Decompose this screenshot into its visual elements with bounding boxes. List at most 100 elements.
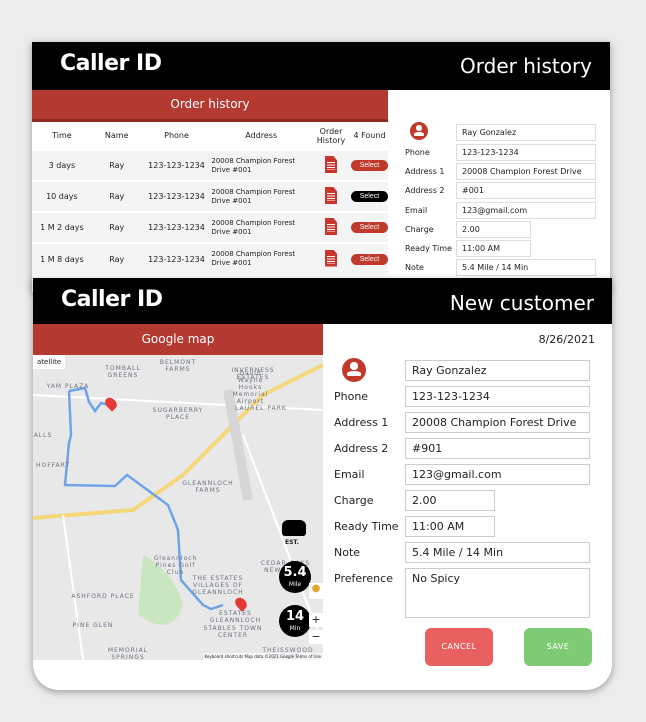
ready-label: Ready Time	[334, 520, 399, 533]
header: Caller ID New customer	[33, 278, 612, 324]
address2-label: Address 2	[405, 186, 445, 195]
table-row[interactable]: 3 days Ray 123-123-1234 20008 Champion Fore…	[32, 149, 388, 181]
select-cell: Select	[350, 242, 388, 274]
document-icon[interactable]	[325, 156, 338, 173]
phone-cell: 123-123-1234	[141, 149, 212, 181]
time-cell: 1 M 2 days	[32, 211, 92, 243]
address-cell: 20008 Champion Forest Drive #001	[211, 180, 312, 212]
section-title: Google map	[33, 324, 323, 355]
email-label: Email	[334, 468, 365, 481]
document-icon[interactable]	[325, 187, 338, 204]
phone-field[interactable]: 123-123-1234	[405, 386, 590, 407]
distance-value: 5.4	[283, 565, 307, 580]
column-header: Address	[245, 131, 278, 140]
select-button[interactable]: Select	[350, 222, 388, 233]
address-cell: 20008 Champion Forest Drive #001	[211, 211, 312, 243]
email-field[interactable]: 123@gmail.com	[456, 202, 596, 219]
select-cell: Select	[350, 180, 388, 212]
logo: Caller ID	[60, 51, 162, 76]
est-label: EST.	[285, 539, 299, 546]
time-cell: 3 days	[32, 149, 92, 181]
zoom-out-button[interactable]: −	[309, 630, 323, 644]
map-label: David Wayne Hooks Memorial Airport	[232, 370, 269, 405]
map-label: THE ESTATES VILLAGES OF GLEANNLOCH	[192, 575, 244, 596]
preference-label: Preference	[334, 572, 393, 585]
section-title: Order history	[32, 90, 388, 122]
address1-label: Address 1	[334, 416, 389, 429]
note-field[interactable]: 5.4 Mile / 14 Min	[456, 259, 596, 276]
map-label: HOFFART	[35, 462, 71, 469]
map-label: GLEANNLOCH FARMS	[182, 480, 234, 494]
column-header: Order History	[316, 126, 346, 145]
map-label: Gleannloch Pines Golf Club	[153, 555, 198, 576]
time-unit: Min	[289, 625, 301, 632]
preference-field[interactable]: No Spicy	[405, 568, 590, 618]
header: Caller ID Order history	[32, 42, 610, 90]
date: 8/26/2021	[538, 333, 595, 346]
phone-label: Phone	[334, 390, 369, 403]
time-badge: 14 Min	[279, 605, 311, 637]
select-button[interactable]: Select	[350, 253, 388, 265]
user-icon	[342, 358, 366, 382]
note-field[interactable]: 5.4 Mile / 14 Min	[405, 542, 590, 563]
email-field[interactable]: 123@gmail.com	[405, 464, 590, 485]
map-label: LAUREL PARK	[235, 405, 287, 412]
car-icon	[282, 520, 306, 536]
window-title: Order history	[460, 54, 592, 78]
table-row[interactable]: 1 M 8 days Ray 123-123-1234 20008 Champion …	[32, 242, 388, 274]
time-cell: 10 days	[32, 180, 92, 212]
note-label: Note	[334, 546, 361, 559]
document-icon[interactable]	[325, 218, 338, 235]
address1-label: Address 1	[405, 167, 445, 176]
google-map[interactable]: atellite BELMONT FARMS TOMBALL GREENS INVE…	[33, 355, 323, 660]
address1-field[interactable]: 20008 Champion Forest Drive	[456, 163, 596, 180]
distance-unit: Mile	[288, 581, 302, 588]
map-label: ESTATES GLEANNLOCH	[209, 610, 262, 624]
ready-field[interactable]: 11:00 AM	[405, 516, 495, 537]
table-row[interactable]: 10 days Ray 123-123-1234 20008 Champion For…	[32, 180, 388, 212]
column-header: Time	[52, 131, 72, 140]
map-label: ALLS	[33, 432, 53, 439]
logo: Caller ID	[61, 287, 163, 312]
phone-label: Phone	[405, 148, 430, 157]
map-footer: Keyboard shortcuts Map data ©2021 Google…	[202, 653, 323, 660]
select-cell: Select	[350, 211, 388, 243]
name-cell: Ray	[91, 242, 142, 274]
cancel-button[interactable]: CANCEL	[425, 628, 493, 666]
address-cell: 20008 Champion Forest Drive #001	[211, 242, 312, 274]
address2-field[interactable]: #001	[456, 182, 596, 199]
address2-field[interactable]: #901	[405, 438, 590, 459]
phone-field[interactable]: 123-123-1234	[456, 144, 596, 161]
zoom-in-button[interactable]: +	[309, 613, 323, 627]
map-label: BELMONT FARMS	[159, 359, 197, 373]
order-history-cell	[311, 180, 351, 212]
order-history-cell	[311, 242, 351, 274]
new-customer-window: Caller ID New customer Google map atelli…	[33, 278, 612, 690]
select-button[interactable]: Select	[350, 191, 388, 202]
column-header: Name	[104, 131, 129, 140]
select-button[interactable]: Select	[350, 160, 388, 171]
map-label: PINE GLEN	[72, 622, 114, 629]
column-header: 4 Found	[353, 131, 386, 140]
name-cell: Ray	[91, 211, 142, 243]
document-icon[interactable]	[325, 249, 338, 267]
charge-field[interactable]: 2.00	[456, 221, 531, 238]
save-button[interactable]: SAVE	[524, 628, 592, 666]
table-row[interactable]: 1 M 2 days Ray 123-123-1234 20008 Champion …	[32, 211, 388, 243]
map-label: MEMORIAL SPRINGS	[107, 647, 149, 660]
pegman-icon[interactable]: ●	[309, 583, 323, 599]
address1-field[interactable]: 20008 Champion Forest Drive	[405, 412, 590, 433]
ready-field[interactable]: 11:00 AM	[456, 240, 531, 257]
select-cell: Select	[350, 149, 388, 181]
phone-cell: 123-123-1234	[141, 242, 212, 274]
name-field[interactable]: Ray Gonzalez	[405, 360, 590, 381]
name-field[interactable]: Ray Gonzalez	[456, 124, 596, 141]
distance-badge: 5.4 Mile	[279, 561, 311, 593]
charge-field[interactable]: 2.00	[405, 490, 495, 511]
note-label: Note	[405, 263, 424, 272]
time-value: 14	[285, 609, 305, 624]
satellite-toggle[interactable]: atellite	[33, 355, 66, 369]
phone-cell: 123-123-1234	[141, 180, 212, 212]
map-label: STABLES TOWN CENTER	[203, 625, 263, 639]
map-label: ASHFORD PLACE	[71, 593, 135, 600]
